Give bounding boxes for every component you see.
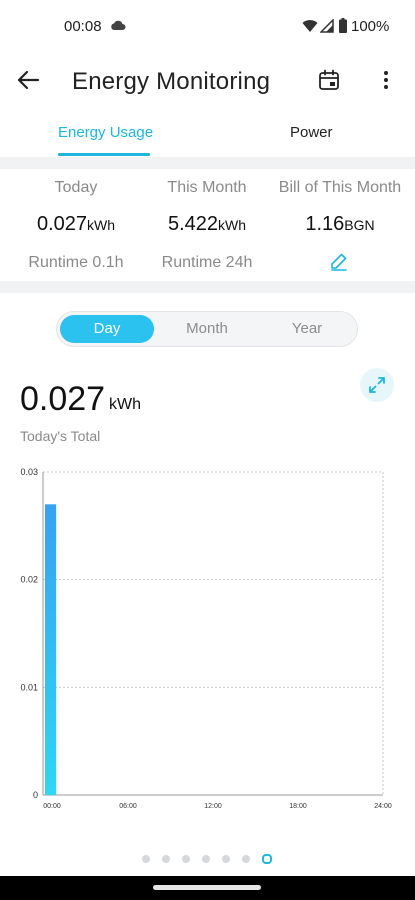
more-options-icon[interactable]: [376, 68, 396, 92]
page-dot: [162, 855, 170, 863]
x-tick-label: 18:00: [289, 803, 307, 810]
back-arrow-icon[interactable]: [14, 66, 42, 94]
y-tick-label: 0.01: [20, 682, 38, 692]
today-unit: kWh: [87, 217, 116, 233]
page-dot-active: [262, 854, 272, 864]
total-value: 0.027: [20, 380, 106, 418]
bill-value: 1.16BGN: [270, 213, 410, 236]
x-tick-label: 06:00: [119, 803, 137, 810]
battery-icon: [339, 18, 347, 33]
period-selector: Day Month Year: [56, 311, 358, 347]
usage-summary: Today 0.027kWh Runtime 0.1h This Month 5…: [0, 169, 415, 281]
x-tick-label: 12:00: [204, 803, 222, 810]
wifi-icon: [302, 20, 318, 32]
month-value: 5.422kWh: [137, 213, 277, 236]
chart-bar: [45, 504, 57, 795]
calendar-icon[interactable]: [317, 68, 341, 92]
page-dot: [202, 855, 210, 863]
page-dot: [182, 855, 190, 863]
month-label: This Month: [167, 179, 247, 196]
edit-pencil-icon[interactable]: [329, 251, 349, 271]
status-time: 00:08: [64, 18, 102, 35]
expand-icon: [369, 377, 385, 393]
today-label: Today: [54, 179, 98, 196]
status-bar: 00:08 100%: [0, 0, 415, 52]
today-value: 0.027kWh: [6, 213, 146, 236]
page-dot: [242, 855, 250, 863]
total-unit: kWh: [109, 396, 141, 413]
tab-power[interactable]: Power: [290, 124, 333, 141]
cloud-icon: [111, 20, 126, 30]
total-label: Today's Total: [20, 428, 101, 444]
energy-bar-chart: 0 0.01 0.02 0.03 00:00 06:00 12:00 18:00 24:00: [20, 467, 392, 810]
active-tab-indicator: [58, 153, 150, 156]
tab-energy-usage[interactable]: Energy Usage: [58, 124, 153, 141]
bill-label: Bill of This Month: [278, 179, 402, 196]
month-number: 5.422: [167, 213, 219, 235]
y-tick-label: 0.02: [20, 575, 38, 585]
battery-percentage: 100%: [351, 18, 390, 35]
y-tick-label: 0: [33, 790, 38, 800]
bill-currency: BGN: [344, 217, 375, 233]
x-tick-label: 24:00: [374, 803, 392, 810]
x-tick-label: 00:00: [43, 803, 61, 810]
signal-icon: [320, 19, 334, 33]
segment-day[interactable]: Day: [60, 315, 154, 343]
navigation-bar: [0, 876, 415, 900]
page-title: Energy Monitoring: [72, 68, 271, 95]
segment-month[interactable]: Month: [160, 315, 254, 343]
today-number: 0.027: [36, 213, 88, 235]
month-unit: kWh: [218, 217, 247, 233]
section-divider: [0, 157, 415, 169]
home-gesture-handle[interactable]: [153, 885, 261, 890]
bill-number: 1.16: [305, 213, 345, 235]
fullscreen-button[interactable]: [360, 368, 394, 402]
today-runtime: Runtime 0.1h: [28, 254, 124, 271]
month-runtime: Runtime 24h: [161, 254, 253, 271]
page-dot: [222, 855, 230, 863]
segment-year[interactable]: Year: [260, 315, 354, 343]
page-dot: [142, 855, 150, 863]
y-tick-label: 0.03: [20, 467, 38, 477]
section-divider: [0, 281, 415, 293]
